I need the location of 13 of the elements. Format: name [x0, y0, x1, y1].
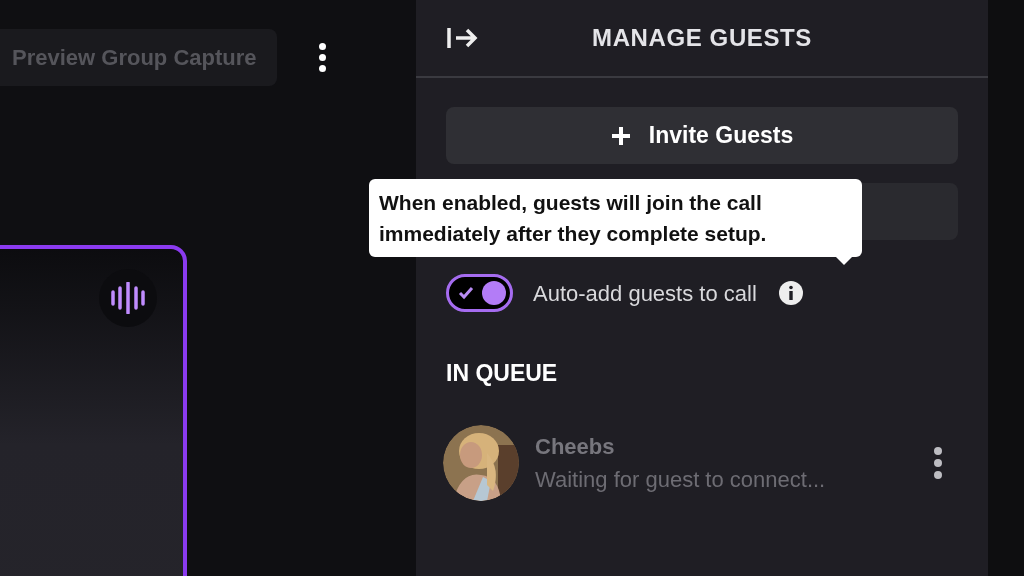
guest-name: Cheebs [535, 432, 616, 461]
invite-button[interactable]: Invite Guests [446, 107, 958, 164]
tooltip: When enabled, guests will join the call immediately after they complete setup. [369, 179, 862, 257]
collapse-panel-icon[interactable] [446, 26, 480, 50]
auto-add-label: Auto-add guests to call [533, 279, 757, 308]
guest-status: Waiting for guest to connect... [535, 465, 827, 494]
queue-heading: IN QUEUE [446, 359, 559, 388]
panel-title: MANAGE GUESTS [591, 23, 813, 53]
tooltip-pointer-icon [836, 257, 852, 265]
check-icon [458, 286, 474, 300]
auto-add-toggle[interactable] [446, 274, 513, 312]
plus-icon [610, 125, 631, 146]
info-icon[interactable] [778, 281, 803, 305]
